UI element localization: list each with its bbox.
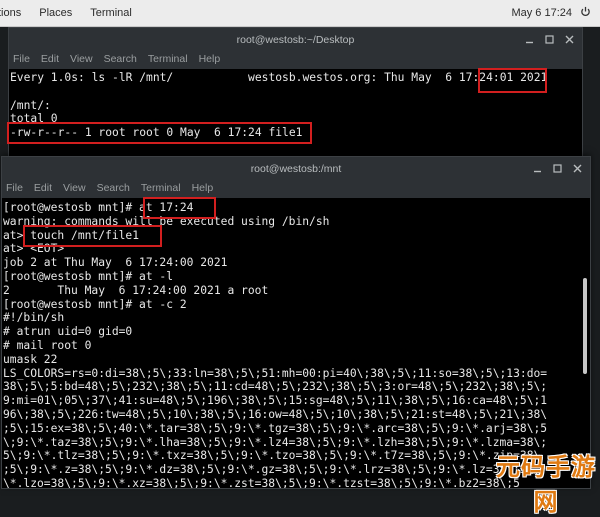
scrollbar-thumb[interactable] bbox=[583, 278, 587, 374]
highlight-box-touch bbox=[23, 225, 162, 247]
window-title: root@westosb:~/Desktop bbox=[236, 34, 355, 46]
menu-edit[interactable]: Edit bbox=[34, 182, 52, 194]
terminal-line: # atrun uid=0 gid=0 bbox=[3, 325, 133, 339]
title-bar[interactable]: root@westosb:/mnt bbox=[2, 157, 590, 180]
scrollbar[interactable] bbox=[572, 69, 582, 157]
top-bar: tions Places Terminal May 6 17:24 bbox=[0, 0, 600, 27]
watermark-text: 元码手游网 bbox=[496, 453, 596, 516]
terminal-line: LS_COLORS=rs=0:di=38\;5\;33:ln=38\;5\;51… bbox=[3, 366, 548, 380]
terminal-line: umask 22 bbox=[3, 352, 58, 366]
terminal-line: # mail root 0 bbox=[3, 338, 92, 352]
terminal-line: 2 Thu May 6 17:24:00 2021 a root bbox=[3, 283, 269, 297]
menu-help[interactable]: Help bbox=[199, 53, 221, 65]
menu-file[interactable]: File bbox=[6, 182, 23, 194]
terminal-line: ;5\;9:\*.z=38\;5\;9:\*.dz=38\;5\;9:\*.gz… bbox=[3, 463, 541, 477]
maximize-icon[interactable] bbox=[545, 35, 554, 44]
highlight-box-time bbox=[478, 68, 547, 93]
menu-view[interactable]: View bbox=[63, 182, 86, 194]
highlight-box-file1 bbox=[7, 122, 312, 144]
menu-bar: File Edit View Search Terminal Help bbox=[9, 51, 582, 69]
terminal-window-mnt: root@westosb:/mnt File Edit View Search … bbox=[1, 156, 591, 489]
terminal-line: 96\;38\;5\;226:tw=48\;5\;10\;38\;5\;16:o… bbox=[3, 407, 548, 421]
close-icon[interactable] bbox=[573, 164, 582, 173]
terminal-line: [root@westosb mnt]# at -c 2 bbox=[3, 297, 187, 311]
menu-edit[interactable]: Edit bbox=[41, 53, 59, 65]
menu-terminal[interactable]: Terminal bbox=[148, 53, 188, 65]
menu-view[interactable]: View bbox=[70, 53, 93, 65]
menu-terminal[interactable]: Terminal bbox=[141, 182, 181, 194]
terminal-line: \;9:\*.taz=38\;5\;9:\*.lha=38\;5\;9:\*.l… bbox=[3, 435, 548, 449]
menu-help[interactable]: Help bbox=[192, 182, 214, 194]
menu-search[interactable]: Search bbox=[104, 53, 137, 65]
terminal-line: [root@westosb mnt]# at 17:24 bbox=[3, 201, 194, 214]
close-icon[interactable] bbox=[565, 35, 574, 44]
power-icon[interactable] bbox=[580, 6, 591, 17]
terminal-line: 5\;9:\*.tlz=38\;5\;9:\*.txz=38\;5\;9:\*.… bbox=[3, 449, 541, 463]
menu-search[interactable]: Search bbox=[97, 182, 130, 194]
window-title: root@westosb:/mnt bbox=[250, 163, 342, 175]
terminal-app-menu[interactable]: Terminal bbox=[90, 7, 132, 19]
top-bar-menus: tions Places Terminal bbox=[0, 7, 132, 19]
highlight-box-at-command bbox=[143, 197, 216, 219]
terminal-line: #!/bin/sh bbox=[3, 311, 65, 325]
title-bar[interactable]: root@westosb:~/Desktop bbox=[9, 28, 582, 51]
terminal-line: 9:mi=01\;05\;37\;41:su=48\;5\;196\;38\;5… bbox=[3, 394, 548, 408]
activities-menu[interactable]: tions bbox=[0, 7, 21, 19]
watermark-logo: 元码手游网 bbox=[496, 445, 596, 516]
menu-bar: File Edit View Search Terminal Help bbox=[2, 180, 590, 198]
menu-file[interactable]: File bbox=[13, 53, 30, 65]
maximize-icon[interactable] bbox=[553, 164, 562, 173]
terminal-line: \*.lzo=38\;5\;9:\*.xz=38\;5\;9:\*.zst=38… bbox=[3, 476, 520, 488]
minimize-icon[interactable] bbox=[533, 164, 542, 173]
clock[interactable]: May 6 17:24 bbox=[511, 7, 572, 19]
minimize-icon[interactable] bbox=[525, 35, 534, 44]
terminal-line: 38\;5\;5:bd=48\;5\;232\;38\;5\;11:cd=48\… bbox=[3, 380, 548, 394]
terminal-line: ;5\;15:ex=38\;5\;40:\*.tar=38\;5\;9:\*.t… bbox=[3, 421, 548, 435]
terminal-line: /mnt/: bbox=[10, 98, 51, 112]
terminal-line: job 2 at Thu May 6 17:24:00 2021 bbox=[3, 256, 228, 270]
places-menu[interactable]: Places bbox=[39, 7, 72, 19]
terminal-line: [root@westosb mnt]# at -l bbox=[3, 269, 174, 283]
